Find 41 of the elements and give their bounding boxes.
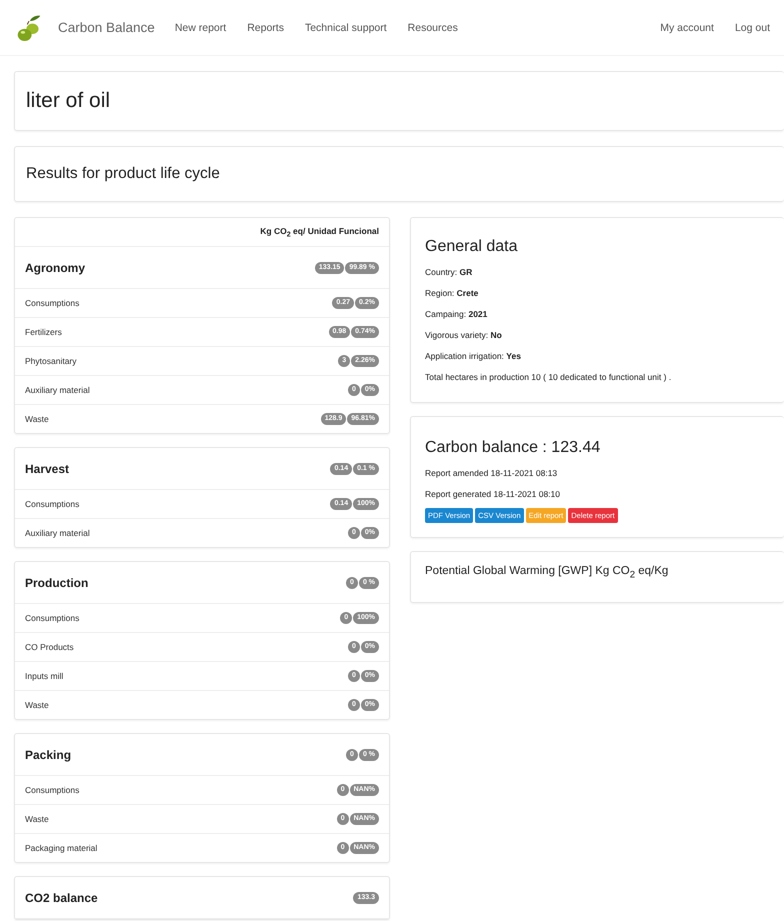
row-label: Consumptions	[25, 785, 80, 795]
info-line: Region: Crete	[425, 287, 480, 300]
row-label: CO Products	[25, 642, 74, 652]
row-label: Phytosanitary	[25, 356, 76, 366]
nav-link[interactable]: My account	[660, 22, 714, 34]
row-label: Waste	[25, 700, 49, 710]
section-name: Production	[25, 576, 88, 590]
nav-link[interactable]: New report	[174, 22, 226, 34]
row-label: Fertilizers	[25, 327, 62, 337]
section-name: Harvest	[25, 462, 70, 476]
section-name: Packing	[25, 748, 72, 762]
info-line: Total hectares in production 10 ( 10 dedicated to functional unit ) .	[425, 371, 672, 384]
info-line: Campaing: 2021	[425, 308, 488, 321]
olive-logo-icon[interactable]	[16, 14, 42, 42]
info-line: Report amended 18-11-2021 08:13	[425, 467, 558, 480]
card-title: Carbon balance : 123.44	[425, 439, 602, 457]
row-label: Packaging material	[25, 843, 98, 853]
row-label: Auxiliary material	[25, 528, 90, 538]
row-label: Waste	[25, 414, 49, 424]
info-line: Application irrigation: Yes	[425, 350, 522, 363]
row-label: Consumptions	[25, 613, 80, 623]
info-line: Vigorous variety: No	[425, 329, 503, 342]
card-title: General data	[425, 238, 519, 256]
brand-link[interactable]: Carbon Balance	[58, 20, 155, 35]
row-label: Waste	[25, 814, 49, 824]
page-title: liter of oil	[26, 89, 110, 113]
info-line: Country: GR	[425, 266, 474, 279]
gwp-title: Potential Global Warming [GWP] Kg CO$_{2}$ eq/Kg	[425, 565, 668, 577]
row-label: Inputs mill	[25, 671, 64, 681]
info-line: Report generated 18-11-2021 08:10	[425, 488, 561, 501]
row-label: Consumptions	[25, 499, 80, 509]
row-label: Consumptions	[25, 298, 80, 308]
nav-link[interactable]: Log out	[734, 22, 770, 34]
unit-header: Kg CO$_{2}$ eq/ Unidad Funcional	[260, 226, 379, 238]
row-label: Auxiliary material	[25, 385, 90, 395]
section-name: Agronomy	[25, 260, 85, 274]
nav-link[interactable]: Reports	[247, 22, 284, 34]
nav-link[interactable]: Resources	[408, 22, 458, 34]
section-title: Results for product life cycle	[26, 165, 220, 183]
nav-link[interactable]: Technical support	[304, 22, 387, 34]
section-name: CO2 balance	[25, 890, 98, 904]
